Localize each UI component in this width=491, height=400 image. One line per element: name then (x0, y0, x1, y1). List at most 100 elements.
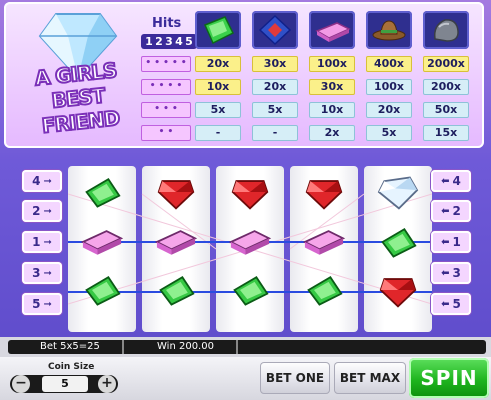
white-diamond-icon (377, 176, 419, 210)
status-divider (236, 340, 238, 354)
arrow-left-icon: ⬅ (441, 267, 450, 279)
red-gem-icon (231, 180, 269, 210)
status-divider (122, 340, 124, 354)
hits-number: 1 (145, 35, 153, 48)
line-number: 1 (452, 235, 461, 249)
line-button-left-3[interactable]: 3 ➞ (22, 262, 62, 284)
pay-value: 100x (366, 79, 412, 95)
pay-value: - (195, 125, 241, 141)
hits-label: Hits (152, 16, 182, 31)
green-gem-icon (85, 276, 121, 306)
pay-value: - (252, 125, 298, 141)
line-button-left-2[interactable]: 2 ➞ (22, 200, 62, 222)
arrow-right-icon: ➞ (43, 298, 52, 310)
green-gem-icon (233, 276, 269, 306)
green-gem-icon (203, 16, 235, 45)
paytable-symbol-hat (366, 11, 412, 49)
pay-value: 30x (309, 79, 355, 95)
pink-bar-icon (80, 230, 124, 255)
hits-numbers: 1 2 3 4 5 (141, 34, 197, 49)
red-gem-icon (305, 180, 343, 210)
hits-number: 5 (185, 35, 193, 48)
pay-value: 100x (309, 56, 355, 72)
cowboy-hat-icon (372, 20, 406, 41)
hits-number: 2 (155, 35, 163, 48)
green-gem-icon (307, 276, 343, 306)
line-button-right-2[interactable]: ⬅ 2 (431, 200, 471, 222)
pay-value: 2x (309, 125, 355, 141)
pay-value: 200x (423, 79, 469, 95)
pay-value: 400x (366, 56, 412, 72)
red-gem-icon (157, 180, 195, 210)
line-button-right-4[interactable]: ⬅ 4 (431, 170, 471, 192)
arrow-left-icon: ⬅ (441, 236, 450, 248)
pay-value: 5x (252, 102, 298, 118)
pink-bar-icon (154, 230, 198, 255)
line-button-right-3[interactable]: ⬅ 3 (431, 262, 471, 284)
green-gem-icon (85, 178, 121, 208)
paytable-panel: A GIRLS BEST FRIEND Hits 1 2 3 4 5 • • •… (4, 2, 484, 148)
pay-value: 2000x (423, 56, 469, 72)
hits-key: • • • • • (141, 56, 191, 72)
pink-bar-icon (228, 230, 272, 255)
bet-display: Bet 5x5=25 (40, 341, 100, 352)
green-gem-icon (381, 228, 417, 258)
line-number: 1 (32, 235, 41, 249)
bet-max-button[interactable]: BET MAX (334, 362, 406, 394)
paytable-symbol-blue-gem (252, 11, 298, 49)
arrow-right-icon: ➞ (43, 236, 52, 248)
line-number: 5 (452, 297, 461, 311)
spin-button[interactable]: SPIN (409, 358, 489, 398)
paytable-symbol-stone (423, 11, 469, 49)
pay-value: 50x (423, 102, 469, 118)
hits-number: 3 (165, 35, 173, 48)
pay-value: 30x (252, 56, 298, 72)
blue-gem-icon (258, 14, 292, 46)
arrow-left-icon: ⬅ (441, 175, 450, 187)
grey-stone-icon (433, 19, 459, 42)
hits-key: • • (141, 125, 191, 141)
coin-size-label: Coin Size (48, 362, 95, 372)
win-display: Win 200.00 (157, 341, 214, 352)
green-gem-icon (159, 276, 195, 306)
pay-value: 10x (309, 102, 355, 118)
line-button-left-1[interactable]: 1 ➞ (22, 231, 62, 253)
line-number: 2 (452, 204, 461, 218)
line-number: 5 (32, 297, 41, 311)
pay-value: 20x (195, 56, 241, 72)
line-button-right-1[interactable]: ⬅ 1 (431, 231, 471, 253)
pay-value: 20x (366, 102, 412, 118)
paytable-symbol-green-gem (195, 11, 241, 49)
pay-value: 20x (252, 79, 298, 95)
hits-key: • • • • (141, 79, 191, 95)
game-title-logo: A GIRLS BEST FRIEND (19, 56, 138, 139)
arrow-right-icon: ➞ (43, 175, 52, 187)
line-button-right-5[interactable]: ⬅ 5 (431, 293, 471, 315)
bet-one-button[interactable]: BET ONE (260, 362, 330, 394)
reel-area: 4 ➞ 2 ➞ 1 ➞ 3 ➞ 5 ➞ ⬅ 4 ⬅ 2 ⬅ 1 ⬅ 3 ⬅ 5 (0, 150, 491, 336)
line-button-left-5[interactable]: 5 ➞ (22, 293, 62, 315)
hits-number: 4 (175, 35, 183, 48)
line-number: 3 (32, 266, 41, 280)
line-number: 3 (452, 266, 461, 280)
red-gem-icon (379, 278, 417, 308)
pink-bar-icon (315, 22, 351, 42)
line-number: 2 (32, 204, 41, 218)
arrow-right-icon: ➞ (43, 205, 52, 217)
paytable-symbol-pink-bar (309, 11, 355, 49)
arrow-right-icon: ➞ (43, 267, 52, 279)
line-number: 4 (32, 174, 41, 188)
pink-bar-icon (302, 230, 346, 255)
pay-value: 10x (195, 79, 241, 95)
hits-key: • • • (141, 102, 191, 118)
coin-decrease-button[interactable]: − (12, 375, 30, 393)
line-number: 4 (452, 174, 461, 188)
coin-size-value: 5 (42, 376, 88, 392)
arrow-left-icon: ⬅ (441, 298, 450, 310)
coin-increase-button[interactable]: + (98, 375, 116, 393)
arrow-left-icon: ⬅ (441, 205, 450, 217)
pay-value: 5x (195, 102, 241, 118)
line-button-left-4[interactable]: 4 ➞ (22, 170, 62, 192)
pay-value: 5x (366, 125, 412, 141)
pay-value: 15x (423, 125, 469, 141)
